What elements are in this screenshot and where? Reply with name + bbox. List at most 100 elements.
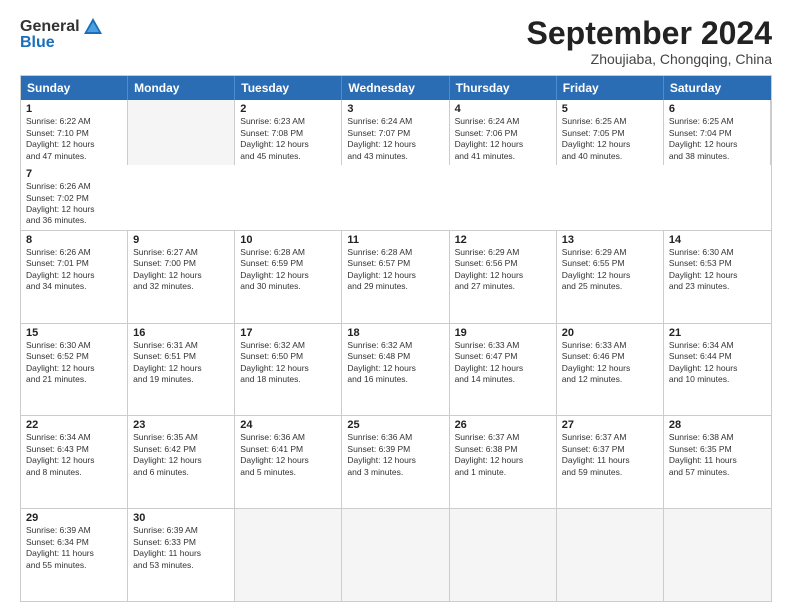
cell-text: Sunrise: 6:30 AMSunset: 6:52 PMDaylight:…	[26, 340, 95, 384]
table-row: 19Sunrise: 6:33 AMSunset: 6:47 PMDayligh…	[450, 324, 557, 416]
table-row: 26Sunrise: 6:37 AMSunset: 6:38 PMDayligh…	[450, 416, 557, 508]
calendar-row-4: 29Sunrise: 6:39 AMSunset: 6:34 PMDayligh…	[21, 508, 771, 601]
cell-text: Sunrise: 6:25 AMSunset: 7:05 PMDaylight:…	[562, 116, 631, 160]
day-number: 12	[455, 234, 551, 246]
cell-text: Sunrise: 6:30 AMSunset: 6:53 PMDaylight:…	[669, 247, 738, 291]
day-number: 16	[133, 327, 229, 339]
day-number: 8	[26, 234, 122, 246]
calendar: SundayMondayTuesdayWednesdayThursdayFrid…	[20, 75, 772, 602]
cell-text: Sunrise: 6:29 AMSunset: 6:55 PMDaylight:…	[562, 247, 631, 291]
day-number: 7	[26, 168, 123, 180]
header-day-tuesday: Tuesday	[235, 76, 342, 100]
day-number: 1	[26, 103, 122, 115]
table-row: 6Sunrise: 6:25 AMSunset: 7:04 PMDaylight…	[664, 100, 771, 165]
cell-text: Sunrise: 6:26 AMSunset: 7:02 PMDaylight:…	[26, 181, 95, 225]
day-number: 17	[240, 327, 336, 339]
table-row: 20Sunrise: 6:33 AMSunset: 6:46 PMDayligh…	[557, 324, 664, 416]
table-row	[450, 509, 557, 601]
table-row: 2Sunrise: 6:23 AMSunset: 7:08 PMDaylight…	[235, 100, 342, 165]
cell-text: Sunrise: 6:23 AMSunset: 7:08 PMDaylight:…	[240, 116, 309, 160]
cell-text: Sunrise: 6:24 AMSunset: 7:06 PMDaylight:…	[455, 116, 524, 160]
table-row: 1Sunrise: 6:22 AMSunset: 7:10 PMDaylight…	[21, 100, 128, 165]
header-day-friday: Friday	[557, 76, 664, 100]
day-number: 13	[562, 234, 658, 246]
day-number: 22	[26, 419, 122, 431]
table-row: 12Sunrise: 6:29 AMSunset: 6:56 PMDayligh…	[450, 231, 557, 323]
day-number: 11	[347, 234, 443, 246]
table-row: 15Sunrise: 6:30 AMSunset: 6:52 PMDayligh…	[21, 324, 128, 416]
day-number: 2	[240, 103, 336, 115]
cell-text: Sunrise: 6:36 AMSunset: 6:39 PMDaylight:…	[347, 432, 416, 476]
header: General Blue September 2024 Zhoujiaba, C…	[20, 16, 772, 67]
day-number: 6	[669, 103, 765, 115]
day-number: 18	[347, 327, 443, 339]
table-row: 13Sunrise: 6:29 AMSunset: 6:55 PMDayligh…	[557, 231, 664, 323]
header-day-wednesday: Wednesday	[342, 76, 449, 100]
subtitle: Zhoujiaba, Chongqing, China	[527, 51, 772, 67]
day-number: 15	[26, 327, 122, 339]
table-row: 5Sunrise: 6:25 AMSunset: 7:05 PMDaylight…	[557, 100, 664, 165]
logo-blue-text: Blue	[20, 34, 55, 52]
cell-text: Sunrise: 6:25 AMSunset: 7:04 PMDaylight:…	[669, 116, 738, 160]
table-row: 24Sunrise: 6:36 AMSunset: 6:41 PMDayligh…	[235, 416, 342, 508]
table-row	[342, 509, 449, 601]
table-row: 14Sunrise: 6:30 AMSunset: 6:53 PMDayligh…	[664, 231, 771, 323]
cell-text: Sunrise: 6:36 AMSunset: 6:41 PMDaylight:…	[240, 432, 309, 476]
table-row: 8Sunrise: 6:26 AMSunset: 7:01 PMDaylight…	[21, 231, 128, 323]
day-number: 30	[133, 512, 229, 524]
cell-text: Sunrise: 6:28 AMSunset: 6:57 PMDaylight:…	[347, 247, 416, 291]
cell-text: Sunrise: 6:29 AMSunset: 6:56 PMDaylight:…	[455, 247, 524, 291]
table-row: 9Sunrise: 6:27 AMSunset: 7:00 PMDaylight…	[128, 231, 235, 323]
calendar-row-1: 8Sunrise: 6:26 AMSunset: 7:01 PMDaylight…	[21, 230, 771, 323]
calendar-header: SundayMondayTuesdayWednesdayThursdayFrid…	[21, 76, 771, 100]
table-row: 23Sunrise: 6:35 AMSunset: 6:42 PMDayligh…	[128, 416, 235, 508]
cell-text: Sunrise: 6:32 AMSunset: 6:50 PMDaylight:…	[240, 340, 309, 384]
table-row: 29Sunrise: 6:39 AMSunset: 6:34 PMDayligh…	[21, 509, 128, 601]
cell-text: Sunrise: 6:33 AMSunset: 6:47 PMDaylight:…	[455, 340, 524, 384]
day-number: 10	[240, 234, 336, 246]
calendar-row-2: 15Sunrise: 6:30 AMSunset: 6:52 PMDayligh…	[21, 323, 771, 416]
day-number: 14	[669, 234, 766, 246]
day-number: 21	[669, 327, 766, 339]
cell-text: Sunrise: 6:28 AMSunset: 6:59 PMDaylight:…	[240, 247, 309, 291]
table-row: 11Sunrise: 6:28 AMSunset: 6:57 PMDayligh…	[342, 231, 449, 323]
day-number: 25	[347, 419, 443, 431]
table-row: 22Sunrise: 6:34 AMSunset: 6:43 PMDayligh…	[21, 416, 128, 508]
cell-text: Sunrise: 6:31 AMSunset: 6:51 PMDaylight:…	[133, 340, 202, 384]
calendar-body: 1Sunrise: 6:22 AMSunset: 7:10 PMDaylight…	[21, 100, 771, 601]
cell-text: Sunrise: 6:39 AMSunset: 6:34 PMDaylight:…	[26, 525, 94, 569]
table-row: 18Sunrise: 6:32 AMSunset: 6:48 PMDayligh…	[342, 324, 449, 416]
table-row: 16Sunrise: 6:31 AMSunset: 6:51 PMDayligh…	[128, 324, 235, 416]
day-number: 20	[562, 327, 658, 339]
table-row: 3Sunrise: 6:24 AMSunset: 7:07 PMDaylight…	[342, 100, 449, 165]
logo-icon	[82, 16, 104, 38]
table-row: 7Sunrise: 6:26 AMSunset: 7:02 PMDaylight…	[21, 165, 128, 230]
title-block: September 2024 Zhoujiaba, Chongqing, Chi…	[527, 16, 772, 67]
cell-text: Sunrise: 6:34 AMSunset: 6:43 PMDaylight:…	[26, 432, 95, 476]
table-row	[557, 509, 664, 601]
table-row: 30Sunrise: 6:39 AMSunset: 6:33 PMDayligh…	[128, 509, 235, 601]
day-number: 3	[347, 103, 443, 115]
table-row	[128, 100, 235, 165]
header-day-sunday: Sunday	[21, 76, 128, 100]
table-row	[664, 509, 771, 601]
header-day-monday: Monday	[128, 76, 235, 100]
day-number: 19	[455, 327, 551, 339]
cell-text: Sunrise: 6:37 AMSunset: 6:37 PMDaylight:…	[562, 432, 630, 476]
day-number: 26	[455, 419, 551, 431]
cell-text: Sunrise: 6:32 AMSunset: 6:48 PMDaylight:…	[347, 340, 416, 384]
cell-text: Sunrise: 6:22 AMSunset: 7:10 PMDaylight:…	[26, 116, 95, 160]
day-number: 28	[669, 419, 766, 431]
day-number: 24	[240, 419, 336, 431]
day-number: 4	[455, 103, 551, 115]
day-number: 9	[133, 234, 229, 246]
cell-text: Sunrise: 6:33 AMSunset: 6:46 PMDaylight:…	[562, 340, 631, 384]
table-row: 27Sunrise: 6:37 AMSunset: 6:37 PMDayligh…	[557, 416, 664, 508]
day-number: 29	[26, 512, 122, 524]
calendar-row-0: 1Sunrise: 6:22 AMSunset: 7:10 PMDaylight…	[21, 100, 771, 230]
cell-text: Sunrise: 6:38 AMSunset: 6:35 PMDaylight:…	[669, 432, 737, 476]
table-row: 28Sunrise: 6:38 AMSunset: 6:35 PMDayligh…	[664, 416, 771, 508]
cell-text: Sunrise: 6:26 AMSunset: 7:01 PMDaylight:…	[26, 247, 95, 291]
calendar-row-3: 22Sunrise: 6:34 AMSunset: 6:43 PMDayligh…	[21, 415, 771, 508]
cell-text: Sunrise: 6:27 AMSunset: 7:00 PMDaylight:…	[133, 247, 202, 291]
